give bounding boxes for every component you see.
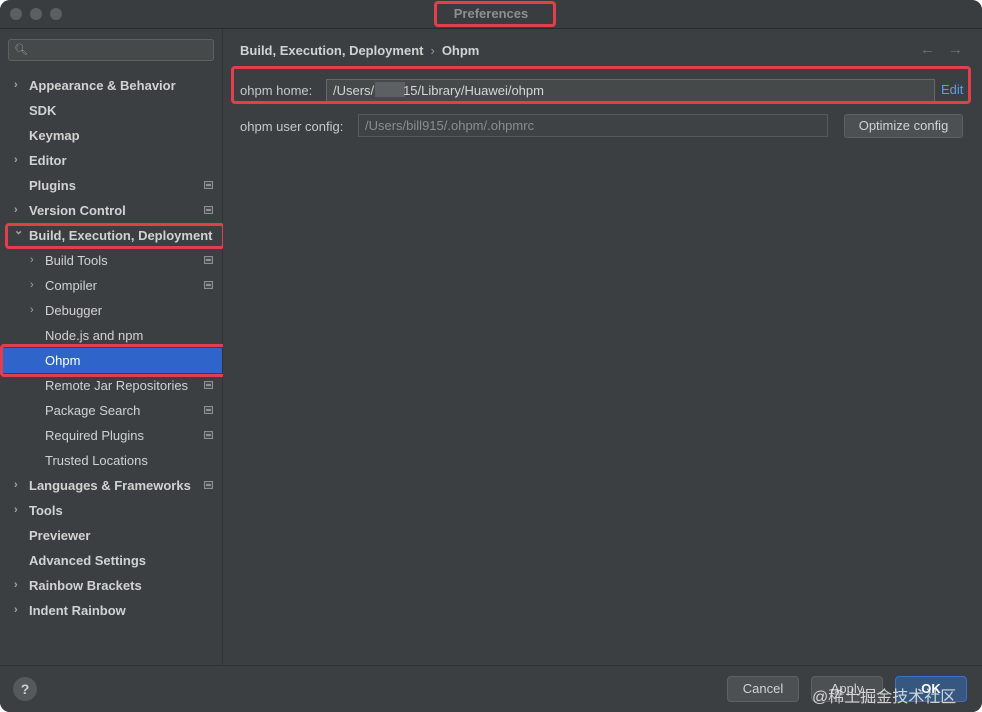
- sidebar-item-compiler[interactable]: › Compiler: [0, 273, 222, 298]
- sidebar-item-build-execution-deployment[interactable]: ⌄ Build, Execution, Deployment: [0, 223, 222, 248]
- sidebar-item-advanced-settings[interactable]: Advanced Settings: [0, 548, 222, 573]
- project-level-icon: [204, 381, 213, 389]
- chevron-right-icon[interactable]: ›: [14, 598, 18, 623]
- sidebar-item-package-search[interactable]: Package Search: [0, 398, 222, 423]
- sidebar-item-indent-rainbow[interactable]: › Indent Rainbow: [0, 598, 222, 623]
- sidebar-item-label: Tools: [29, 503, 63, 518]
- settings-sidebar: 🔍︎ › Appearance & Behavior SDK Keymap › Edito…: [0, 29, 223, 665]
- sidebar-item-version-control[interactable]: › Version Control: [0, 198, 222, 223]
- sidebar-item-previewer[interactable]: Previewer: [0, 523, 222, 548]
- ohpm-home-value-end: 15/Library/Huawei/ohpm: [403, 83, 544, 98]
- chevron-right-icon[interactable]: ›: [14, 73, 18, 98]
- project-level-icon: [204, 256, 213, 264]
- cancel-button[interactable]: Cancel: [727, 676, 799, 702]
- sidebar-item-label: Rainbow Brackets: [29, 578, 142, 593]
- sidebar-item-label: Remote Jar Repositories: [45, 378, 189, 393]
- sidebar-item-label: Languages & Frameworks: [29, 478, 191, 493]
- chevron-right-icon[interactable]: ›: [14, 498, 18, 523]
- sidebar-item-label: Keymap: [29, 128, 80, 143]
- chevron-right-icon[interactable]: ›: [30, 298, 34, 323]
- sidebar-item-label: Advanced Settings: [29, 553, 147, 568]
- sidebar-item-label: Trusted Locations: [45, 453, 148, 468]
- sidebar-item-debugger[interactable]: › Debugger: [0, 298, 222, 323]
- sidebar-item-remote-jar-repositories[interactable]: Remote Jar Repositories: [0, 373, 222, 398]
- project-level-icon: [204, 406, 213, 414]
- project-level-icon: [204, 281, 213, 289]
- sidebar-item-plugins[interactable]: Plugins: [0, 173, 222, 198]
- sidebar-item-ohpm[interactable]: Ohpm: [0, 348, 222, 373]
- watermark: @稀土掘金技术社区: [812, 689, 957, 706]
- sidebar-item-label: Plugins: [29, 178, 76, 193]
- project-level-icon: [204, 481, 213, 489]
- dialog-footer: ? Cancel Apply OK @稀土掘金技术社区: [0, 665, 982, 712]
- optimize-config-button[interactable]: Optimize config: [844, 114, 963, 138]
- preferences-window: Preferences 🔍︎ › Appearance & Behavior SDK…: [0, 0, 982, 712]
- ohpm-home-label: ohpm home:: [240, 83, 313, 98]
- ohpm-user-config-label: ohpm user config:: [240, 119, 344, 134]
- sidebar-item-label: Required Plugins: [45, 428, 145, 443]
- window-title: Preferences: [453, 6, 529, 21]
- chevron-right-icon[interactable]: ›: [30, 248, 34, 273]
- sidebar-item-label: Indent Rainbow: [29, 603, 126, 618]
- sidebar-item-required-plugins[interactable]: Required Plugins: [0, 423, 222, 448]
- chevron-right-icon[interactable]: ›: [14, 473, 18, 498]
- sidebar-item-label: Package Search: [45, 403, 141, 418]
- ohpm-home-field[interactable]: /Users/l 15/Library/Huawei/ohpm: [326, 79, 935, 102]
- chevron-down-icon[interactable]: ⌄: [14, 219, 23, 244]
- arrow-left-icon[interactable]: ←: [920, 41, 935, 58]
- sidebar-item-label: Version Control: [29, 203, 126, 218]
- sidebar-item-tools[interactable]: › Tools: [0, 498, 222, 523]
- sidebar-item-editor[interactable]: › Editor: [0, 148, 222, 173]
- ohpm-user-config-field[interactable]: /Users/bill915/.ohpm/.ohpmrc: [358, 114, 828, 137]
- sidebar-item-label: Ohpm: [45, 353, 81, 368]
- breadcrumb-current: Ohpm: [441, 43, 480, 58]
- ohpm-home-value-start: /Users/l: [333, 83, 378, 98]
- chevron-right-icon[interactable]: ›: [30, 273, 34, 298]
- chevron-right-icon[interactable]: ›: [14, 573, 18, 598]
- project-level-icon: [204, 181, 213, 189]
- sidebar-item-rainbow-brackets[interactable]: › Rainbow Brackets: [0, 573, 222, 598]
- sidebar-item-label: Build Tools: [45, 253, 108, 268]
- help-button[interactable]: ?: [13, 677, 37, 701]
- settings-search-input[interactable]: 🔍︎: [8, 39, 214, 61]
- sidebar-item-node-js-and-npm[interactable]: Node.js and npm: [0, 323, 222, 348]
- sidebar-item-label: Appearance & Behavior: [29, 78, 176, 93]
- chevron-right-icon[interactable]: ›: [14, 148, 18, 173]
- search-icon: 🔍︎: [14, 44, 28, 56]
- sidebar-item-label: Editor: [29, 153, 67, 168]
- sidebar-item-build-tools[interactable]: › Build Tools: [0, 248, 222, 273]
- edit-link[interactable]: Edit: [941, 82, 963, 97]
- sidebar-item-label: Build, Execution, Deployment: [29, 228, 213, 243]
- breadcrumb-separator: ›: [430, 43, 435, 58]
- redacted-username: [375, 82, 406, 97]
- project-level-icon: [204, 206, 213, 214]
- sidebar-item-appearance-behavior[interactable]: › Appearance & Behavior: [0, 73, 222, 98]
- sidebar-item-label: Debugger: [45, 303, 103, 318]
- breadcrumb-parent[interactable]: Build, Execution, Deployment: [240, 43, 423, 58]
- project-level-icon: [204, 431, 213, 439]
- sidebar-item-label: Previewer: [29, 528, 91, 543]
- sidebar-item-label: Compiler: [45, 278, 98, 293]
- ohpm-settings-panel: Build, Execution, Deployment › Ohpm ← → oh…: [223, 29, 982, 665]
- breadcrumb: Build, Execution, Deployment › Ohpm: [240, 43, 479, 58]
- sidebar-item-languages-frameworks[interactable]: › Languages & Frameworks: [0, 473, 222, 498]
- sidebar-item-sdk[interactable]: SDK: [0, 98, 222, 123]
- title-bar: Preferences: [0, 0, 982, 29]
- sidebar-item-trusted-locations[interactable]: Trusted Locations: [0, 448, 222, 473]
- arrow-right-icon[interactable]: →: [948, 41, 963, 58]
- sidebar-item-label: Node.js and npm: [45, 328, 144, 343]
- sidebar-item-label: SDK: [29, 103, 57, 118]
- sidebar-item-keymap[interactable]: Keymap: [0, 123, 222, 148]
